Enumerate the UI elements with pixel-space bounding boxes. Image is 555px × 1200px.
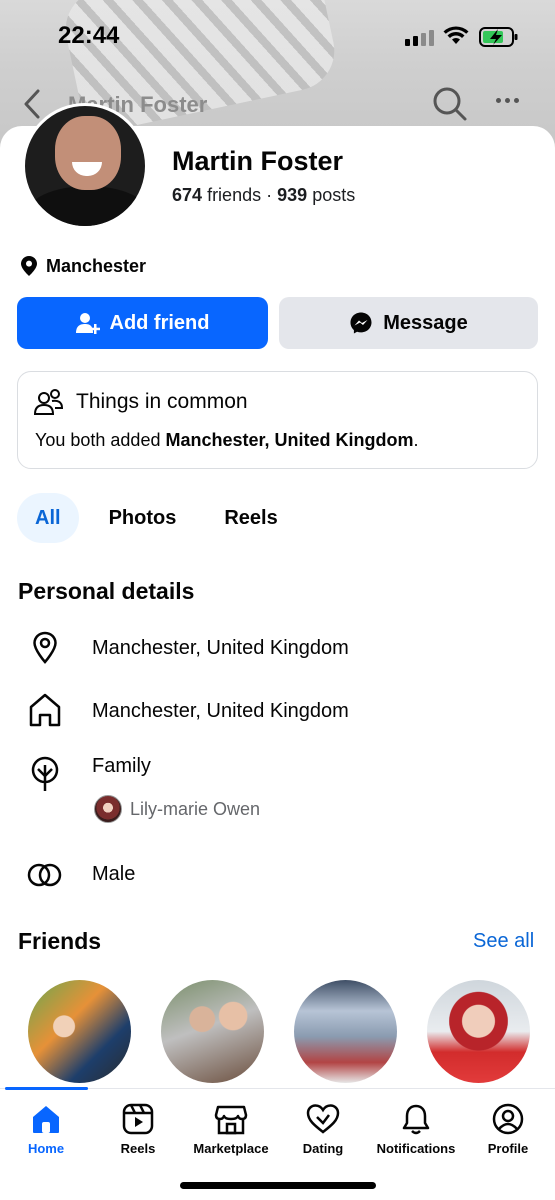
nav-reels-label: Reels (120, 1141, 156, 1156)
message-label: Message (383, 311, 468, 334)
friends-title: Friends (18, 928, 102, 954)
tab-reels[interactable]: Reels (206, 493, 295, 543)
tab-all[interactable]: All (17, 493, 79, 543)
nav-marketplace-label: Marketplace (193, 1141, 269, 1156)
home-indicator (180, 1182, 376, 1189)
personal-details-title: Personal details (18, 578, 195, 604)
posts-count: 939 (277, 185, 308, 205)
back-arrow-icon[interactable] (20, 88, 46, 120)
nav-notifications[interactable]: Notifications (366, 1103, 466, 1156)
things-in-common-text: You both added Manchester, United Kingdo… (35, 430, 419, 450)
search-icon[interactable] (432, 86, 468, 122)
profile-location-text: Manchester (46, 255, 147, 276)
friend-photo[interactable] (28, 980, 131, 1083)
status-bar: 22:44 (0, 0, 555, 70)
home-icon (33, 1106, 59, 1133)
nav-reels[interactable]: Reels (88, 1103, 188, 1156)
hometown-text: Manchester, United Kingdom (92, 700, 349, 722)
friends-count[interactable]: 674 (172, 185, 202, 205)
profile-avatar[interactable] (22, 103, 148, 229)
profile-name: Martin Foster (172, 146, 344, 176)
things-in-common-title: Things in common (76, 390, 248, 413)
nav-home[interactable]: Home (0, 1103, 96, 1156)
message-button[interactable]: Message (279, 297, 538, 349)
friend-photo[interactable] (427, 980, 530, 1083)
more-options-icon[interactable] (496, 98, 519, 103)
family-member-avatar (94, 795, 122, 823)
nav-notifications-label: Notifications (376, 1141, 456, 1156)
messenger-icon (350, 312, 372, 334)
family-member[interactable]: Lily-marie Owen (94, 795, 260, 823)
nav-profile[interactable]: Profile (458, 1103, 555, 1156)
stats-separator: · (266, 185, 273, 205)
bell-icon (402, 1104, 430, 1135)
nav-profile-label: Profile (487, 1141, 529, 1156)
family-tree-icon (31, 756, 59, 791)
posts-label: posts (312, 185, 356, 205)
cellular-signal-icon (405, 30, 434, 46)
profile-icon (492, 1103, 524, 1135)
dating-icon (306, 1104, 340, 1134)
friend-photo[interactable] (161, 980, 264, 1083)
see-all-friends-link[interactable]: See all (473, 930, 534, 953)
profile-tabs: All Photos Reels (17, 493, 308, 543)
active-tab-indicator (5, 1087, 88, 1090)
current-city-text: Manchester, United Kingdom (92, 637, 349, 659)
nav-marketplace[interactable]: Marketplace (181, 1103, 281, 1156)
add-friend-label: Add friend (109, 311, 210, 334)
add-friend-button[interactable]: Add friend (17, 297, 268, 349)
nav-dating-label: Dating (302, 1141, 344, 1156)
people-icon (34, 389, 64, 415)
battery-charging-icon (479, 27, 518, 47)
location-outline-icon (33, 631, 57, 664)
profile-location: Manchester (20, 255, 146, 277)
friends-label[interactable]: friends (207, 185, 261, 205)
family-member-name: Lily-marie Owen (130, 798, 261, 819)
nav-dating[interactable]: Dating (273, 1103, 373, 1156)
marketplace-icon (214, 1105, 248, 1135)
add-friend-icon (75, 313, 100, 334)
status-time: 22:44 (58, 22, 120, 49)
tab-photos[interactable]: Photos (91, 493, 195, 543)
things-in-common-card[interactable]: Things in common You both added Manchest… (17, 371, 538, 469)
gender-text: Male (92, 863, 136, 885)
nav-home-label: Home (27, 1141, 65, 1156)
family-label: Family (92, 755, 151, 777)
friend-photo[interactable] (294, 980, 397, 1083)
gender-icon (27, 863, 62, 887)
profile-stats: 674 friends · 939 posts (172, 185, 355, 206)
wifi-icon (443, 26, 469, 44)
home-outline-icon (29, 693, 61, 727)
location-pin-icon (21, 256, 37, 276)
reels-icon (122, 1103, 154, 1135)
